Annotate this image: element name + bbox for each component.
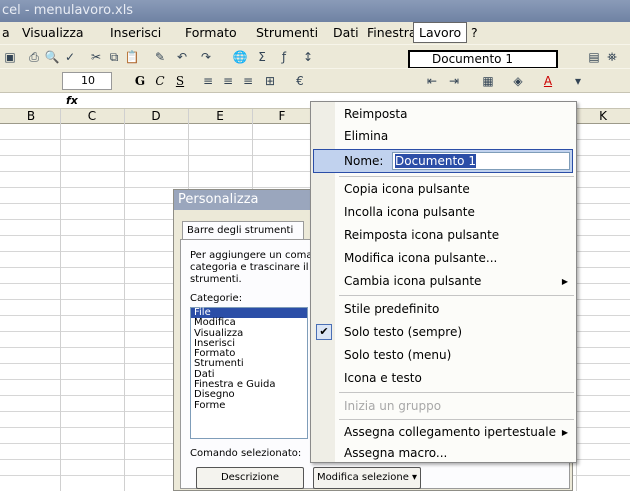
font-size-select[interactable]: 10 [62,72,112,90]
documento-1-button[interactable]: Documento 1 [408,50,558,69]
fx-icon[interactable]: fx [66,93,78,108]
drawing-icon[interactable]: ▤ [586,49,602,65]
menu-strumenti[interactable]: Strumenti [256,22,318,44]
menu-separator [339,419,574,420]
format-painter-icon[interactable]: ✎ [152,49,168,65]
column-header-c[interactable]: C [60,109,124,124]
menu-lavoro[interactable]: Lavoro [413,22,468,43]
menu-separator [339,295,574,296]
print-icon[interactable]: ⎙ [26,49,42,65]
decrease-indent-icon[interactable]: ⇤ [424,73,440,89]
underline-button[interactable]: S [172,73,188,89]
merge-center-icon[interactable]: ⊞ [262,73,278,89]
name-row: Nome: Documento 1 [313,149,573,173]
button-context-menu: Reimposta Elimina Nome: Documento 1 Copi… [310,101,577,463]
save-icon[interactable]: ▣ [2,49,18,65]
menu-item-inizia-gruppo: Inizia un gruppo [344,399,442,413]
spelling-icon[interactable]: ✓ [62,49,78,65]
menu-item-cambia-icona[interactable]: Cambia icona pulsante ▶ [311,270,576,293]
menu-help[interactable]: ? [471,22,478,44]
column-header-d[interactable]: D [124,109,188,124]
menu-item-stile-predefinito[interactable]: Stile predefinito [311,298,576,321]
menu-visualizza[interactable]: Visualizza [22,22,84,44]
print-preview-icon[interactable]: 🔍 [44,49,60,65]
checkmark-icon: ✔ [316,324,332,340]
currency-icon[interactable]: € [292,73,308,89]
selected-command-label: Comando selezionato: [190,448,302,459]
grid-line [60,109,61,491]
toolbar-options-icon[interactable]: ▾ [570,73,586,89]
insert-function-icon[interactable]: ƒ [276,49,292,65]
menu-inserisci[interactable]: Inserisci [110,22,161,44]
menu-item-solo-testo-sempre[interactable]: Solo testo (sempre) [311,321,576,344]
dialog-description: Per aggiungere un coma categoria e trasc… [190,250,318,285]
align-center-icon[interactable]: ≡ [220,73,236,89]
redo-icon[interactable]: ↷ [198,49,214,65]
menu-item-reimposta[interactable]: Reimposta [311,103,576,126]
formatting-toolbar: 10 G C S ≡ ≡ ≡ ⊞ € ⇤ ⇥ ▦ ◈ A ▾ [0,68,630,92]
list-item[interactable]: Forme [191,400,307,411]
menu-item-assegna-collegamento[interactable]: Assegna collegamento ipertestuale ▶ [311,421,576,444]
modify-selection-button[interactable]: Modifica selezione ▾ [313,467,421,489]
menu-item-copia-icona[interactable]: Copia icona pulsante [311,178,576,201]
sort-ascending-icon[interactable]: ↕ [300,49,316,65]
menu-item-reimposta-icona[interactable]: Reimposta icona pulsante [311,224,576,247]
menu-item-assegna-macro[interactable]: Assegna macro... [311,444,576,463]
zoom-icon[interactable]: ⛯ [604,49,620,65]
borders-icon[interactable]: ▦ [480,73,496,89]
undo-icon[interactable]: ↶ [174,49,190,65]
menu-bar: a Visualizza Inserisci Formato Strumenti… [0,22,630,44]
cut-icon[interactable]: ✂ [88,49,104,65]
assegna-collegamento-label: Assegna collegamento ipertestuale [344,425,556,439]
menu-item-incolla-icona[interactable]: Incolla icona pulsante [311,201,576,224]
menu-separator [339,392,574,393]
name-value: Documento 1 [395,154,476,168]
font-size-value: 10 [81,74,95,87]
hyperlink-icon[interactable]: 🌐 [232,49,248,65]
tab-toolbars[interactable]: Barre degli strumenti [182,221,304,240]
name-field[interactable]: Documento 1 [392,152,570,170]
describe-button[interactable]: Descrizione [196,467,304,489]
grid-line [124,109,125,491]
submenu-arrow-icon: ▶ [561,277,568,286]
increase-indent-icon[interactable]: ⇥ [446,73,462,89]
font-color-icon[interactable]: A [540,73,556,89]
bold-button[interactable]: G [132,73,148,89]
align-left-icon[interactable]: ≡ [200,73,216,89]
menu-item-solo-testo-menu[interactable]: Solo testo (menu) [311,344,576,367]
autosum-icon[interactable]: Σ [254,49,270,65]
menu-file-partial[interactable]: a [2,22,10,44]
copy-icon[interactable]: ⧉ [106,49,122,65]
menu-finestra[interactable]: Finestra [367,22,417,44]
menu-formato[interactable]: Formato [185,22,237,44]
italic-button[interactable]: C [152,73,168,89]
categories-list[interactable]: File Modifica Visualizza Inserisci Forma… [190,307,308,439]
menu-separator [339,176,574,177]
column-header-k[interactable]: K [576,109,630,124]
submenu-arrow-icon: ▶ [561,428,568,437]
name-label: Nome: [344,154,384,168]
paste-icon[interactable]: 📋 [124,49,140,65]
align-right-icon[interactable]: ≡ [240,73,256,89]
menu-dati[interactable]: Dati [333,22,359,44]
categories-label: Categorie: [190,293,243,304]
column-header-b[interactable]: B [2,109,60,124]
menu-item-icona-e-testo[interactable]: Icona e testo [311,367,576,390]
window-title: cel - menulavoro.xls [0,0,630,22]
cambia-icona-label: Cambia icona pulsante [344,274,482,288]
menu-item-modifica-icona[interactable]: Modifica icona pulsante... [311,247,576,270]
menu-item-elimina[interactable]: Elimina [311,125,576,148]
column-header-e[interactable]: E [188,109,252,124]
column-header-f[interactable]: F [252,109,312,124]
fill-color-icon[interactable]: ◈ [510,73,526,89]
